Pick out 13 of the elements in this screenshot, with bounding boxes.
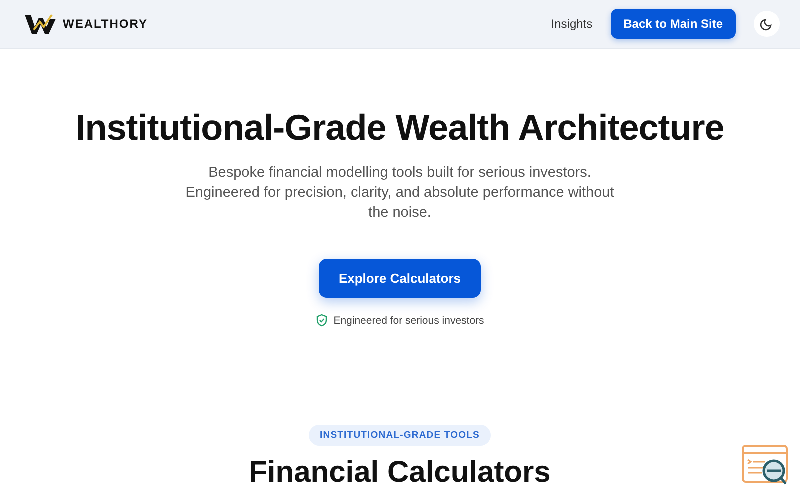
logo-icon xyxy=(24,12,58,36)
shield-check-icon xyxy=(316,314,328,327)
section-title: Financial Calculators xyxy=(249,456,551,490)
brand-name: WEALTHORY xyxy=(63,17,148,31)
explore-button[interactable]: Explore Calculators xyxy=(318,259,482,298)
nav-link[interactable]: Insights xyxy=(551,17,593,31)
hero-title: Institutional-Grade Wealth Architecture xyxy=(76,107,724,149)
dark-mode-button[interactable] xyxy=(754,11,780,37)
badge-text: Engineered for serious investors xyxy=(334,314,484,326)
moon-icon xyxy=(760,17,774,31)
back-button[interactable]: Back to Main Site xyxy=(610,9,736,39)
hero-subtitle: Bespoke financial modelling tools built for serious investors. Engineered for precision, clarity, and absolute performance without the noise. xyxy=(184,164,616,223)
section-tag: INSTITUTIONAL-GRADE TOOLS xyxy=(309,425,491,446)
